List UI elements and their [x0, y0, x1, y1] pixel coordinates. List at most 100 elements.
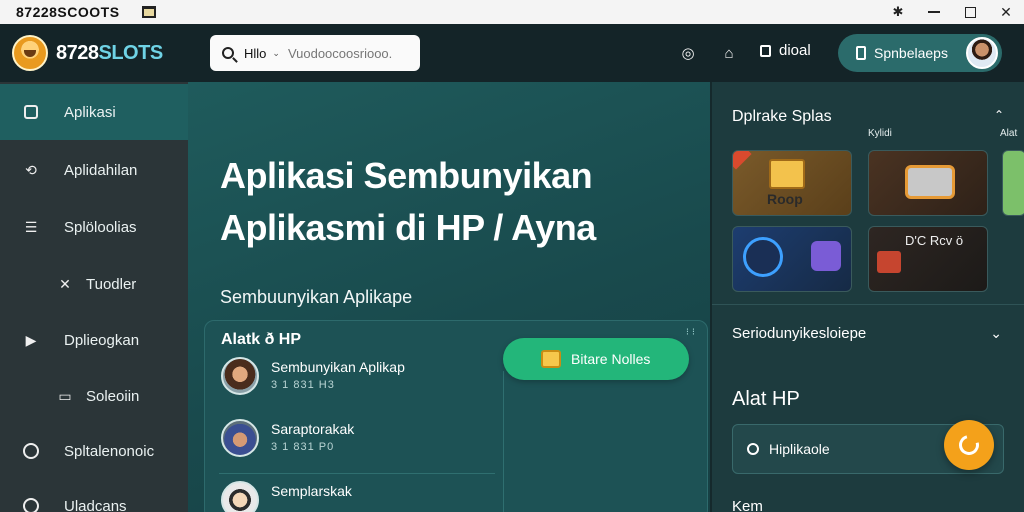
maximize-icon [964, 6, 976, 18]
section-toggle[interactable]: Seriodunyikesloiepe [732, 325, 866, 342]
divider [712, 304, 1024, 305]
sidebar-item-label: Spltalenonoic [64, 442, 155, 460]
list-item-meta: 3 1 831 P0 [271, 441, 335, 453]
section-heading: Alat HP [732, 388, 800, 410]
sidebar-item-label: Dplieogkan [64, 331, 140, 349]
sidebar-item-tuodler[interactable]: ✕ Tuodler [0, 256, 188, 312]
sidebar-item-spltalenonoic[interactable]: Spltalenonoic [0, 423, 188, 479]
monkey-logo-icon [12, 35, 48, 71]
play-icon: ▶ [25, 331, 37, 348]
column-label: Alat [1000, 128, 1018, 139]
leaf-icon: ✕ [59, 275, 71, 292]
list-item-name: Semplarskak [271, 483, 352, 499]
list-item-name: Sembunyikan Aplikap [271, 359, 405, 375]
drive-icon [905, 165, 955, 199]
app-tile-label: D'C Rcv ö [905, 233, 964, 248]
clock-icon[interactable]: ◎ [677, 42, 699, 64]
notification-icon[interactable]: ⌂ [718, 42, 740, 64]
app-tile[interactable] [868, 150, 988, 216]
chat-fab-button[interactable] [944, 420, 994, 470]
window-titlebar: 87228SCOOTS ✱ ✕ [0, 0, 1024, 24]
search-placeholder: Vuodoocoosriooo. [287, 45, 393, 61]
folder-icon[interactable] [141, 6, 156, 18]
user-menu[interactable]: dioal [760, 42, 811, 59]
column-label: Kylidi [868, 128, 892, 139]
logo[interactable]: 8728SLOTS [12, 35, 163, 71]
sidebar-item-label: Splöloolias [64, 218, 137, 236]
profile-pill-button[interactable]: Spnbelaeps [838, 34, 1002, 72]
refresh-icon: ⟲ [25, 161, 37, 178]
chevron-up-icon[interactable]: ⌃ [994, 108, 1004, 122]
lock-icon [760, 44, 771, 57]
refresh-icon [747, 443, 759, 455]
panel-menu-icon[interactable]: ⁝ ⁝ [686, 327, 695, 338]
list-item-meta: 3 1 831 H3 [271, 379, 335, 391]
avatar [221, 481, 259, 512]
right-panel: Dplrake Splas ⌃ Kylidi Alat Roop D'C Rcv… [710, 82, 1024, 512]
sidebar-item-aplikasi[interactable]: Aplikasi [0, 84, 188, 140]
media-icon [811, 241, 841, 271]
app-tile[interactable] [732, 226, 852, 292]
sidebar-item-uladcans[interactable]: Uladcans [0, 478, 188, 512]
page-title-line-1: Aplikasi Sembunyikan [220, 155, 593, 196]
list-item-name: Saraptorakak [271, 421, 355, 437]
sidebar-item-label: Tuodler [86, 275, 137, 293]
window-controls: ✱ ✕ [880, 0, 1024, 24]
list-item[interactable]: Saraptorakak 3 1 831 P0 [219, 417, 499, 465]
logo-text: 8728SLOTS [56, 42, 163, 65]
main-content: Aplikasi Sembunyikan Aplikasmi di HP / A… [188, 82, 710, 512]
panel-title: Alatk ð HP [221, 331, 302, 348]
maximize-button[interactable] [952, 0, 988, 24]
box-icon [541, 350, 561, 368]
avatar [221, 357, 259, 395]
search-input[interactable]: Hllo ⌄ Vuodoocoosriooo. [210, 35, 420, 71]
list-item[interactable]: Sembunyikan Aplikap 3 1 831 H3 [219, 355, 499, 403]
sidebar-item-label: Aplikasi [64, 103, 116, 121]
close-button[interactable]: ✕ [988, 0, 1024, 24]
treasure-box-icon [769, 159, 805, 189]
list-icon: ☰ [24, 218, 38, 235]
puzzle-icon: ✱ [892, 4, 904, 19]
app-tile[interactable]: D'C Rcv ö [868, 226, 988, 292]
app-tile-label: Roop [767, 191, 803, 207]
app-tile[interactable] [1002, 150, 1024, 216]
phone-icon [856, 46, 866, 60]
divider [219, 473, 495, 474]
sidebar-item-splooolias[interactable]: ☰ Splöloolias [0, 199, 188, 255]
user-label: dioal [779, 42, 811, 59]
app-field-label: Hiplikaole [769, 441, 830, 457]
logo-word: SLOTS [98, 41, 164, 64]
sidebar: Aplikasi ⟲ Aplidahilan ☰ Splöloolias ✕ T… [0, 82, 188, 512]
minimize-button[interactable] [916, 0, 952, 24]
app-tile[interactable]: Roop [732, 150, 852, 216]
hide-apps-button-label: Bitare Nolles [571, 351, 651, 367]
tools-panel: Alatk ð HP ⁝ ⁝ Sembunyikan Aplikap 3 1 8… [204, 320, 708, 512]
logo-number: 8728 [56, 41, 99, 64]
hide-apps-button[interactable]: Bitare Nolles [503, 338, 689, 380]
chevron-down-icon[interactable]: ⌄ [990, 325, 1002, 342]
sidebar-item-aplidahilan[interactable]: ⟲ Aplidahilan [0, 142, 188, 198]
sidebar-item-dplieogkan[interactable]: ▶ Dplieogkan [0, 312, 188, 368]
chevron-down-icon[interactable]: ⌄ [272, 48, 280, 59]
app-icon [877, 251, 901, 273]
chat-icon [955, 431, 983, 459]
avatar[interactable] [966, 37, 998, 69]
page-subtitle: Sembuunyikan Aplikape [220, 287, 413, 307]
search-icon [222, 47, 234, 59]
search-value: Hllo [244, 45, 267, 61]
close-icon: ✕ [1000, 3, 1012, 20]
circle-icon [22, 497, 40, 512]
profile-pill-label: Spnbelaeps [874, 45, 948, 61]
shield-icon [743, 237, 783, 277]
sale-ribbon-icon [733, 151, 752, 170]
sidebar-item-label: Soleoiin [86, 387, 140, 405]
right-panel-title: Dplrake Splas [732, 108, 832, 125]
sidebar-item-soleoiin[interactable]: ▭ Soleoiin [0, 368, 188, 424]
print-icon: ▭ [58, 387, 72, 404]
sidebar-item-label: Uladcans [64, 497, 127, 512]
sidebar-item-label: Aplidahilan [64, 161, 138, 179]
extensions-button[interactable]: ✱ [880, 0, 916, 24]
page-title-line-2: Aplikasmi di HP / Ayna [220, 207, 596, 248]
list-item[interactable]: Semplarskak [219, 479, 499, 512]
avatar [221, 419, 259, 457]
